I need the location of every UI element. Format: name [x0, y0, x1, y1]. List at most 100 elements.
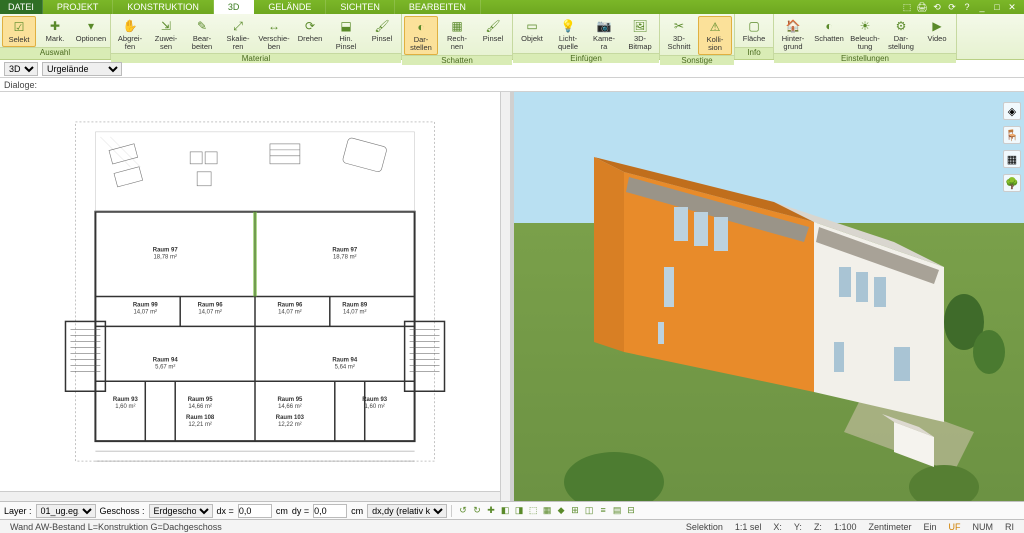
maximize-icon[interactable]: □: [991, 1, 1003, 13]
bottom-tool-icon-9[interactable]: ◫: [582, 504, 596, 518]
ribbon-label: Dar- stellen: [410, 36, 432, 52]
bottom-tool-icon-10[interactable]: ≡: [596, 503, 610, 517]
undo-icon[interactable]: ⟲: [931, 1, 943, 13]
ribbon-icon: 🖌: [373, 18, 391, 34]
separator: [451, 505, 452, 517]
ribbon-btn-flche[interactable]: ▢Fläche: [737, 16, 771, 45]
bottom-toolbar: Layer : 01_ug.eg.og Geschoss : Erdgescho…: [0, 501, 1024, 519]
plants-icon[interactable]: 🌳: [1003, 174, 1021, 192]
ribbon-label: 3D- Bitmap: [628, 35, 651, 51]
ribbon-btn-pinsel[interactable]: 🖌Pinsel: [476, 16, 510, 45]
ribbon-btn-verschieben[interactable]: ↔Verschie- ben: [257, 16, 291, 53]
menu-tab-bearbeiten[interactable]: BEARBEITEN: [395, 0, 481, 14]
bottom-tool-icon-1[interactable]: ↻: [470, 504, 484, 518]
ribbon-label: Hinter- grund: [782, 35, 805, 51]
scrollbar-vertical[interactable]: [500, 92, 510, 501]
ribbon-btn-abgreifen[interactable]: ✋Abgrei- fen: [113, 16, 147, 53]
bottom-tool-icon-7[interactable]: ◆: [554, 504, 568, 518]
menu-tab-projekt[interactable]: PROJEKT: [43, 0, 114, 14]
bottom-tool-icon-4[interactable]: ◨: [512, 504, 526, 518]
menu-tab-sichten[interactable]: SICHTEN: [326, 0, 395, 14]
coord-mode-select[interactable]: dx,dy (relativ ka: [367, 504, 447, 518]
3d-viewport[interactable]: ◈ 🪑 ▦ 🌳: [514, 92, 1024, 501]
menu-tab-gelaende[interactable]: GELÄNDE: [254, 0, 326, 14]
bottom-tool-icon-5[interactable]: ⬚: [526, 504, 540, 518]
ribbon-icon: ▾: [82, 18, 100, 34]
minimize-icon[interactable]: _: [976, 1, 988, 13]
dx-label: dx =: [217, 506, 234, 516]
scrollbar-horizontal[interactable]: [0, 491, 500, 501]
ribbon-label: Objekt: [521, 35, 543, 43]
ribbon-btn-dbitmap[interactable]: 🖼3D- Bitmap: [623, 16, 657, 53]
status-uf: UF: [943, 522, 967, 532]
ribbon-btn-mark[interactable]: ✚Mark.: [38, 16, 72, 45]
ribbon-btn-dschnitt[interactable]: ✂3D- Schnitt: [662, 16, 696, 53]
redo-icon[interactable]: ⟳: [946, 1, 958, 13]
dy-label: dy =: [292, 506, 309, 516]
ribbon-icon: ☑: [10, 19, 28, 35]
ribbon-label: Selekt: [9, 36, 30, 44]
group-label: Einstellungen: [774, 53, 956, 63]
ribbon-btn-video[interactable]: ▶Video: [920, 16, 954, 45]
ribbon-btn-pinsel[interactable]: 🖌Pinsel: [365, 16, 399, 45]
layers-icon[interactable]: ◈: [1003, 102, 1021, 120]
menu-tab-konstruktion[interactable]: KONSTRUKTION: [113, 0, 214, 14]
view-select[interactable]: Urgelände: [42, 62, 122, 76]
ribbon-btn-optionen[interactable]: ▾Optionen: [74, 16, 108, 45]
bottom-tool-icon-2[interactable]: ✚: [484, 504, 498, 518]
room-area: 14,07 m²: [343, 309, 367, 315]
bottom-tool-icon-12[interactable]: ⊟: [624, 504, 638, 518]
bottom-tool-icon-3[interactable]: ◧: [498, 504, 512, 518]
group-label: Material: [111, 53, 401, 63]
ribbon-icon: 💡: [559, 18, 577, 34]
ribbon-icon: ◐: [412, 19, 430, 35]
group-label: Sonstige: [660, 55, 734, 65]
ribbon-icon: ⤢: [229, 18, 247, 34]
3d-view-pane[interactable]: ◈ 🪑 ▦ 🌳: [514, 92, 1024, 501]
layer-select[interactable]: 01_ug.eg.og: [36, 504, 96, 518]
ribbon-btn-lichtquelle[interactable]: 💡Licht- quelle: [551, 16, 585, 53]
ribbon-btn-objekt[interactable]: ▭Objekt: [515, 16, 549, 45]
bottom-tool-icon-8[interactable]: ⊞: [568, 504, 582, 518]
ribbon-label: Video: [927, 35, 946, 43]
ribbon-btn-zuweisen[interactable]: ⇲Zuwei- sen: [149, 16, 183, 53]
floorplan-pane[interactable]: Raum 9718,78 m²Raum 9718,78 m²Raum 9914,…: [0, 92, 514, 501]
ribbon-btn-darstellung[interactable]: ⚙Dar- stellung: [884, 16, 918, 53]
furniture-icon[interactable]: 🪑: [1003, 126, 1021, 144]
mode-select[interactable]: 3D: [4, 62, 38, 76]
ribbon-btn-kamera[interactable]: 📷Kame- ra: [587, 16, 621, 53]
menu-file[interactable]: DATEI: [0, 0, 43, 14]
bottom-tool-icon-11[interactable]: ▤: [610, 504, 624, 518]
ribbon-icon: ⚙: [892, 18, 910, 34]
ribbon-btn-bearbeiten[interactable]: ✎Bear- beiten: [185, 16, 219, 53]
print-icon[interactable]: 🖨: [916, 1, 928, 13]
bottom-tool-icon-0[interactable]: ↺: [456, 504, 470, 518]
ribbon-btn-darstellen[interactable]: ◐Dar- stellen: [404, 16, 438, 55]
ribbon-group-einstellungen: 🏠Hinter- grund◐Schatten☀Beleuch- tung⚙Da…: [774, 14, 957, 59]
layer-label: Layer :: [4, 506, 32, 516]
ribbon-btn-schatten[interactable]: ◐Schatten: [812, 16, 846, 45]
menu-tab-3d[interactable]: 3D: [214, 0, 255, 14]
room-name: Raum 96: [198, 302, 224, 308]
close-icon[interactable]: ✕: [1006, 1, 1018, 13]
ribbon-btn-drehen[interactable]: ⟳Drehen: [293, 16, 327, 45]
bottom-tool-icon-6[interactable]: ▦: [540, 504, 554, 518]
geschoss-select[interactable]: Erdgeschos: [149, 504, 213, 518]
ribbon-btn-selekt[interactable]: ☑Selekt: [2, 16, 36, 47]
ribbon-btn-hinpinsel[interactable]: ⬓Hin. Pinsel: [329, 16, 363, 53]
dx-input[interactable]: [238, 504, 272, 518]
help-icon[interactable]: ?: [961, 1, 973, 13]
ribbon-btn-kollision[interactable]: ⚠Kolli- sion: [698, 16, 732, 55]
ribbon-btn-skalieren[interactable]: ⤢Skalie- ren: [221, 16, 255, 53]
ribbon-btn-hintergrund[interactable]: 🏠Hinter- grund: [776, 16, 810, 53]
ribbon-label: Dar- stellung: [888, 35, 914, 51]
folder-icon[interactable]: ⬚: [901, 1, 913, 13]
materials-icon[interactable]: ▦: [1003, 150, 1021, 168]
dy-input[interactable]: [313, 504, 347, 518]
ribbon-label: Pinsel: [483, 35, 503, 43]
ribbon-icon: ⟳: [301, 18, 319, 34]
room-name: Raum 99: [133, 302, 159, 308]
room-name: Raum 96: [277, 302, 303, 308]
ribbon-btn-beleuchtung[interactable]: ☀Beleuch- tung: [848, 16, 882, 53]
ribbon-btn-rechnen[interactable]: ▦Rech- nen: [440, 16, 474, 53]
